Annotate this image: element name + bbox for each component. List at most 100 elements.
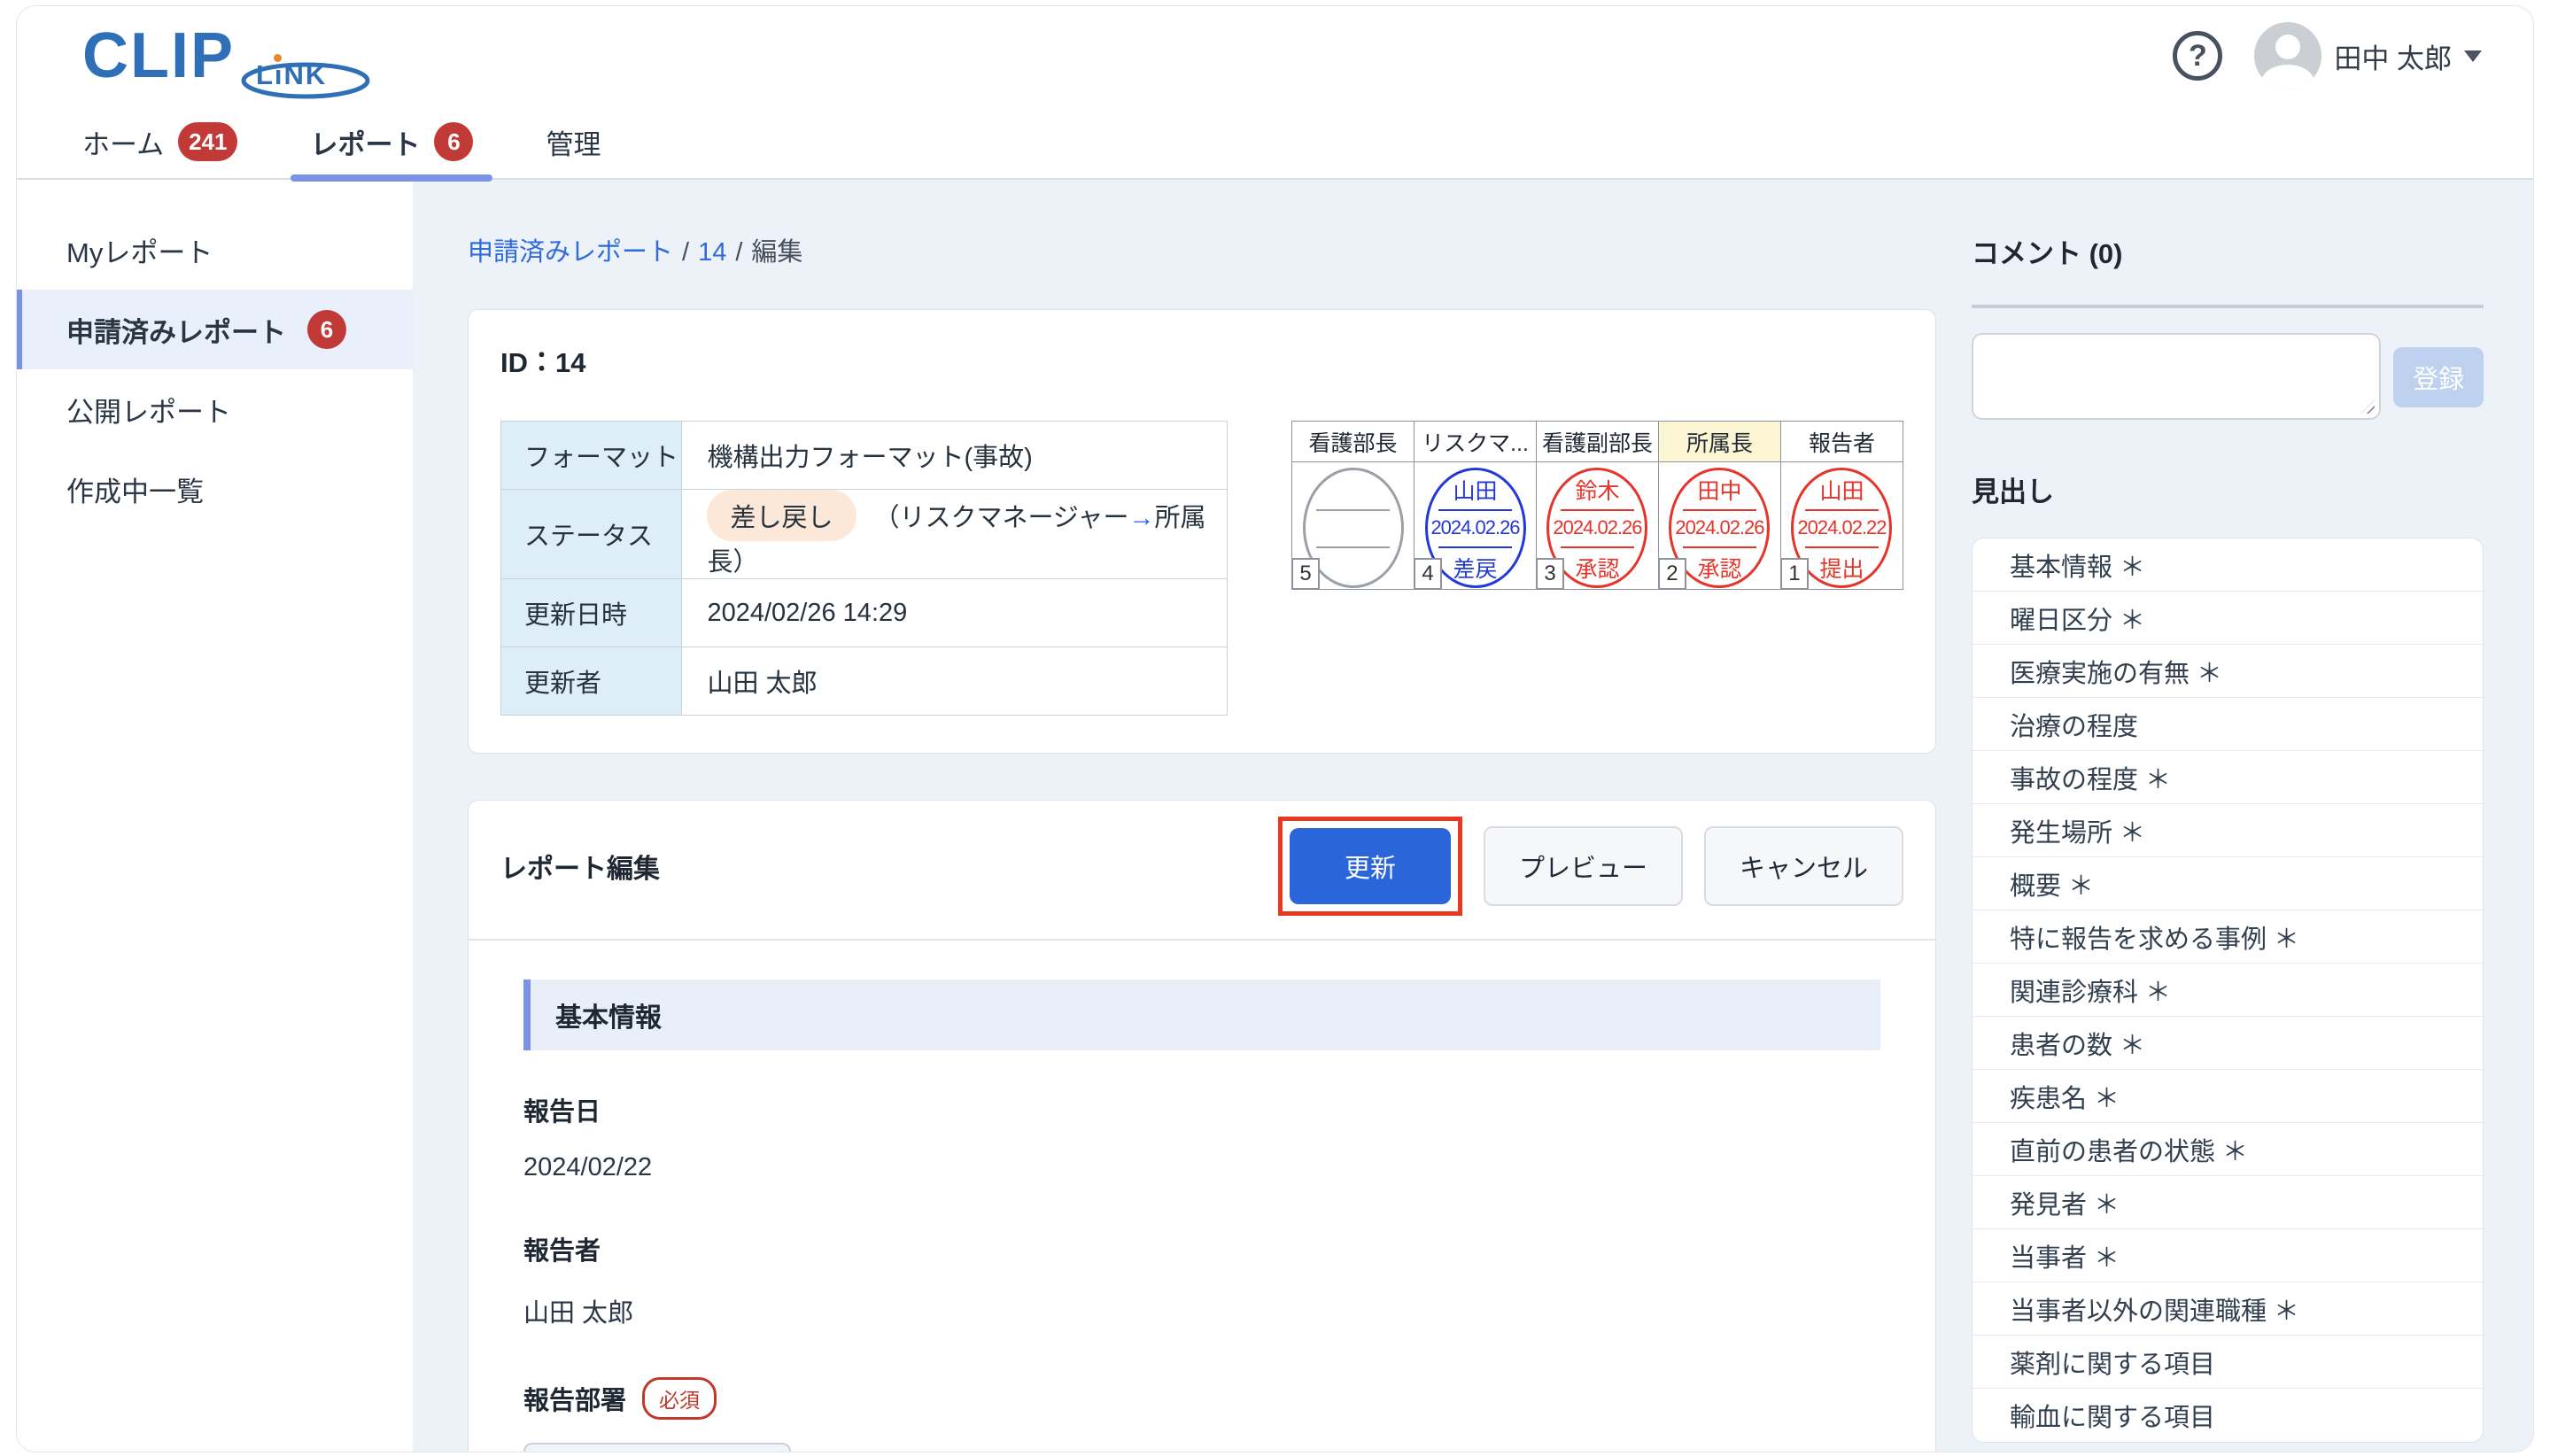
stamp-name bbox=[1306, 470, 1401, 507]
field-label-text: 報告日 bbox=[523, 1091, 601, 1128]
sidebar-item-my-reports[interactable]: Myレポート bbox=[17, 210, 413, 290]
detail-value-format: 機構出力フォーマット(事故) bbox=[682, 422, 1228, 490]
app-logo[interactable]: CLIP LiNK bbox=[82, 15, 375, 97]
top-right-controls: ? 田中 太郎 bbox=[2173, 22, 2482, 89]
sidebar-item-label: 作成中一覧 bbox=[66, 469, 204, 509]
logo-i-dot bbox=[274, 54, 282, 62]
tab-report[interactable]: レポート 6 bbox=[301, 105, 482, 178]
help-icon[interactable]: ? bbox=[2173, 31, 2222, 81]
detail-value-updated: 2024/02/26 14:29 bbox=[682, 579, 1228, 647]
stamp-role-reporter: 報告者 bbox=[1780, 422, 1903, 462]
user-name: 田中 太郎 bbox=[2334, 36, 2452, 76]
breadcrumb-current: 編集 bbox=[751, 238, 802, 267]
breadcrumb-link-id[interactable]: 14 bbox=[698, 238, 726, 267]
logo-text-link: LiNK bbox=[256, 59, 327, 91]
stamp-cell-1: 山田 2024.02.22 提出 1 bbox=[1780, 462, 1903, 590]
table-row: 更新者 山田 太郎 bbox=[501, 647, 1228, 716]
sidebar-submitted-badge: 6 bbox=[307, 310, 346, 349]
stamp-role-risk-manager: リスクマ... bbox=[1415, 422, 1537, 462]
outline-item-basic-info[interactable]: 基本情報 ＊ bbox=[1973, 538, 2483, 592]
tab-admin[interactable]: 管理 bbox=[537, 105, 609, 178]
logo-text-clip: CLIP bbox=[82, 20, 235, 91]
report-date-value: 2024/02/22 bbox=[523, 1153, 1880, 1182]
outline-item-drug-items[interactable]: 薬剤に関する項目 bbox=[1973, 1336, 2483, 1389]
breadcrumb-link-submitted[interactable]: 申請済みレポート bbox=[468, 238, 673, 267]
stamp-order-number: 3 bbox=[1536, 558, 1564, 590]
comment-submit-button[interactable]: 登録 bbox=[2393, 347, 2484, 407]
report-details-table: フォーマット 機構出力フォーマット(事故) ステータス 差し戻し（リスクマネージ… bbox=[500, 421, 1228, 716]
sidebar-item-public-reports[interactable]: 公開レポート bbox=[17, 369, 413, 449]
tab-report-label: レポート bbox=[310, 122, 420, 162]
status-arrow-icon: → bbox=[1128, 504, 1154, 532]
outline-item-day-category[interactable]: 曜日区分 ＊ bbox=[1973, 592, 2483, 645]
caret-down-icon bbox=[2464, 50, 2482, 62]
stamp-role-deputy-director: 看護副部長 bbox=[1537, 422, 1659, 462]
table-row: フォーマット 機構出力フォーマット(事故) bbox=[501, 422, 1228, 490]
outline-item-medical-care[interactable]: 医療実施の有無 ＊ bbox=[1973, 645, 2483, 698]
outline-item-accident-level[interactable]: 事故の程度 ＊ bbox=[1973, 751, 2483, 804]
reporter-label: 報告者 bbox=[523, 1230, 1880, 1267]
tab-admin-label: 管理 bbox=[546, 122, 601, 162]
tab-home[interactable]: ホーム 241 bbox=[74, 105, 246, 178]
tab-report-badge: 6 bbox=[434, 122, 473, 161]
outline-title: 見出し bbox=[1972, 469, 2484, 509]
table-row: 更新日時 2024/02/26 14:29 bbox=[501, 579, 1228, 647]
stamp-order-number: 1 bbox=[1780, 558, 1809, 590]
update-button[interactable]: 更新 bbox=[1290, 828, 1451, 904]
outline-item-patient-count[interactable]: 患者の数 ＊ bbox=[1973, 1017, 2483, 1070]
user-menu[interactable]: 田中 太郎 bbox=[2254, 22, 2482, 89]
required-badge: 必須 bbox=[642, 1377, 717, 1420]
detail-label-updated: 更新日時 bbox=[501, 579, 682, 647]
outline-item-transfusion-items[interactable]: 輸血に関する項目 bbox=[1973, 1389, 2483, 1442]
status-route-pre: （リスクマネージャー bbox=[874, 504, 1129, 532]
field-label-text: 報告者 bbox=[523, 1230, 601, 1267]
department-select[interactable]: 内科 bbox=[523, 1443, 791, 1452]
stamp-name: 鈴木 bbox=[1549, 470, 1645, 507]
main-nav: ホーム 241 レポート 6 管理 bbox=[17, 105, 2533, 180]
outline-item-location[interactable]: 発生場所 ＊ bbox=[1973, 804, 2483, 857]
outline-item-special-cases[interactable]: 特に報告を求める事例 ＊ bbox=[1973, 910, 2483, 964]
editor-title: レポート編集 bbox=[500, 847, 660, 886]
table-row: ステータス 差し戻し（リスクマネージャー→所属長） bbox=[501, 490, 1228, 579]
stamp-date: 2024.02.22 bbox=[1794, 511, 1889, 545]
outline-item-treatment-level[interactable]: 治療の程度 bbox=[1973, 698, 2483, 751]
report-id: ID：14 bbox=[500, 340, 1903, 380]
detail-label-format: フォーマット bbox=[501, 422, 682, 490]
detail-value-updater: 山田 太郎 bbox=[682, 647, 1228, 716]
right-panel: コメント (0) 登録 見出し 基本情報 ＊ 曜日区分 ＊ 医療実施の有無 ＊ … bbox=[1972, 180, 2533, 1452]
main-content: 申請済みレポート/14/編集 ID：14 フォーマット 機構出力フォーマット(事… bbox=[413, 180, 1972, 1452]
report-editor-card: レポート編集 更新 プレビュー キャンセル 基本情報 報告日 2 bbox=[468, 800, 1936, 1452]
stamp-date: 2024.02.26 bbox=[1428, 511, 1523, 545]
stamp-cell-5: 5 bbox=[1292, 462, 1415, 590]
stamp-role-nursing-director: 看護部長 bbox=[1292, 422, 1415, 462]
preview-button[interactable]: プレビュー bbox=[1484, 826, 1683, 906]
outline-item-disease-name[interactable]: 疾患名 ＊ bbox=[1973, 1070, 2483, 1123]
outline-item-related-departments[interactable]: 関連診療科 ＊ bbox=[1973, 964, 2483, 1017]
outline-item-overview[interactable]: 概要 ＊ bbox=[1973, 857, 2483, 910]
sidebar-item-drafts[interactable]: 作成中一覧 bbox=[17, 449, 413, 529]
breadcrumb-separator: / bbox=[735, 238, 742, 267]
resize-handle-icon[interactable] bbox=[2360, 399, 2375, 414]
sidebar-item-label: 公開レポート bbox=[66, 390, 231, 430]
outline-item-patient-state[interactable]: 直前の患者の状態 ＊ bbox=[1973, 1123, 2483, 1176]
stamp-order-number: 4 bbox=[1414, 558, 1442, 590]
cancel-button[interactable]: キャンセル bbox=[1704, 826, 1903, 906]
annotation-highlight-box: 更新 bbox=[1278, 817, 1462, 916]
outline-item-party[interactable]: 当事者 ＊ bbox=[1973, 1229, 2483, 1282]
report-date-label: 報告日 bbox=[523, 1091, 1880, 1128]
sidebar: Myレポート 申請済みレポート 6 公開レポート 作成中一覧 bbox=[17, 180, 413, 1452]
stamp-cell-4: 山田 2024.02.26 差戻 4 bbox=[1415, 462, 1537, 590]
stamp-cell-2: 田中 2024.02.26 承認 2 bbox=[1658, 462, 1780, 590]
breadcrumb: 申請済みレポート/14/編集 bbox=[468, 231, 1936, 268]
outline-item-related-professions[interactable]: 当事者以外の関連職種 ＊ bbox=[1973, 1282, 2483, 1336]
status-badge: 差し戻し bbox=[707, 490, 856, 541]
stamp-date bbox=[1306, 511, 1401, 545]
comment-input[interactable] bbox=[1972, 333, 2381, 420]
stamp-cell-3: 鈴木 2024.02.26 承認 3 bbox=[1537, 462, 1659, 590]
tab-home-label: ホーム bbox=[82, 122, 164, 162]
outline-item-discoverer[interactable]: 発見者 ＊ bbox=[1973, 1176, 2483, 1229]
sidebar-item-submitted-reports[interactable]: 申請済みレポート 6 bbox=[17, 290, 413, 369]
editor-actions: 更新 プレビュー キャンセル bbox=[1278, 817, 1903, 916]
stamp-name: 山田 bbox=[1428, 470, 1523, 507]
detail-label-updater: 更新者 bbox=[501, 647, 682, 716]
